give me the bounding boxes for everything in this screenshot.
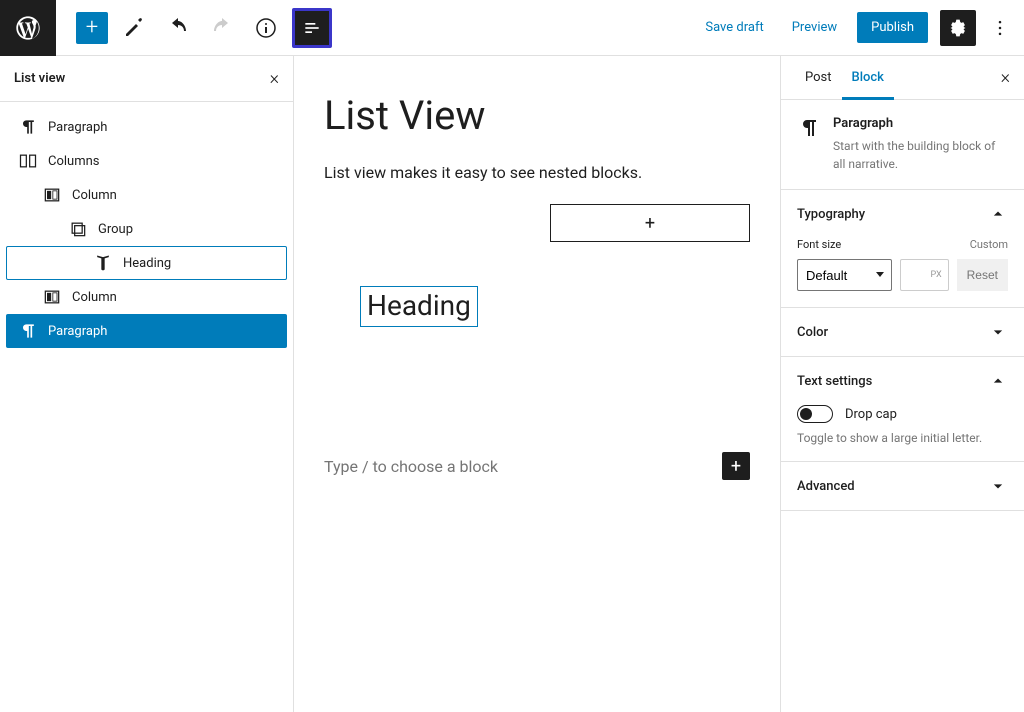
top-toolbar: + Save draft Preview Publish <box>0 0 1024 56</box>
add-block-inline-button[interactable]: + <box>550 204 750 242</box>
tree-item-label: Column <box>72 188 117 203</box>
advanced-header[interactable]: Advanced <box>781 462 1024 510</box>
column-icon <box>42 185 62 205</box>
tree-item-heading[interactable]: Heading <box>6 246 287 280</box>
custom-size-input[interactable]: PX <box>900 259 949 291</box>
drop-cap-toggle[interactable] <box>797 405 833 423</box>
list-view-panel: List view × Paragraph Columns Column Group H… <box>0 56 294 712</box>
undo-icon[interactable] <box>160 10 196 46</box>
font-size-label: Font size <box>797 238 841 251</box>
tree-item-columns[interactable]: Columns <box>6 144 287 178</box>
reset-button[interactable]: Reset <box>957 259 1008 291</box>
block-title: Paragraph <box>833 116 1008 131</box>
text-settings-header[interactable]: Text settings <box>781 357 1024 405</box>
tree-item-label: Paragraph <box>48 120 107 135</box>
typography-header[interactable]: Typography <box>781 190 1024 238</box>
close-sidebar-icon[interactable]: × <box>1001 67 1010 88</box>
tree-item-column[interactable]: Column <box>6 178 287 212</box>
page-title[interactable]: List View <box>324 92 750 139</box>
preview-button[interactable]: Preview <box>784 14 845 41</box>
wordpress-logo[interactable] <box>0 0 56 56</box>
chevron-down-icon <box>988 476 1008 496</box>
publish-button[interactable]: Publish <box>857 12 928 43</box>
tree-item-column[interactable]: Column <box>6 280 287 314</box>
chevron-up-icon <box>988 371 1008 391</box>
heading-block[interactable]: Heading <box>360 286 478 327</box>
tree-item-label: Columns <box>48 154 100 169</box>
tree-item-label: Group <box>98 222 133 237</box>
tree-item-label: Column <box>72 290 117 305</box>
tab-block[interactable]: Block <box>842 56 894 99</box>
paragraph-icon <box>18 321 38 341</box>
tree-item-label: Heading <box>123 256 171 271</box>
drop-cap-label: Drop cap <box>845 407 897 422</box>
color-header[interactable]: Color <box>781 308 1024 356</box>
settings-sidebar: Post Block × Paragraph Start with the bu… <box>780 56 1024 712</box>
edit-tools-icon[interactable] <box>116 10 152 46</box>
tree-item-label: Paragraph <box>48 324 107 339</box>
chevron-down-icon <box>988 322 1008 342</box>
block-desc: Start with the building block of all nar… <box>833 137 1008 173</box>
heading-icon <box>93 253 113 273</box>
body-paragraph[interactable]: List view makes it easy to see nested bl… <box>324 163 750 182</box>
tab-post[interactable]: Post <box>795 56 842 99</box>
font-size-select[interactable]: Default <box>797 259 892 291</box>
add-block-trailing-button[interactable]: + <box>722 452 750 480</box>
group-icon <box>68 219 88 239</box>
close-list-icon[interactable]: × <box>270 68 279 89</box>
more-menu-icon[interactable] <box>988 10 1012 46</box>
list-view-title: List view <box>14 71 65 86</box>
column-icon <box>42 287 62 307</box>
paragraph-icon <box>797 116 821 140</box>
redo-icon[interactable] <box>204 10 240 46</box>
add-block-button[interactable]: + <box>76 12 108 44</box>
editor-canvas[interactable]: List View List view makes it easy to see… <box>294 56 780 712</box>
tree-item-paragraph[interactable]: Paragraph <box>6 110 287 144</box>
settings-icon[interactable] <box>940 10 976 46</box>
custom-label: Custom <box>970 238 1008 251</box>
columns-icon <box>18 151 38 171</box>
list-view-toggle-icon[interactable] <box>292 8 332 48</box>
save-draft-button[interactable]: Save draft <box>697 14 771 41</box>
drop-cap-desc: Toggle to show a large initial letter. <box>797 431 1008 445</box>
toolbar-right-group: Save draft Preview Publish <box>697 10 1024 46</box>
paragraph-icon <box>18 117 38 137</box>
list-tree: Paragraph Columns Column Group Heading Column… <box>0 102 293 356</box>
block-placeholder[interactable]: Type / to choose a block <box>324 457 498 476</box>
chevron-up-icon <box>988 204 1008 224</box>
toolbar-left-group: + <box>56 8 332 48</box>
tree-item-paragraph[interactable]: Paragraph <box>6 314 287 348</box>
tree-item-group[interactable]: Group <box>6 212 287 246</box>
info-icon[interactable] <box>248 10 284 46</box>
